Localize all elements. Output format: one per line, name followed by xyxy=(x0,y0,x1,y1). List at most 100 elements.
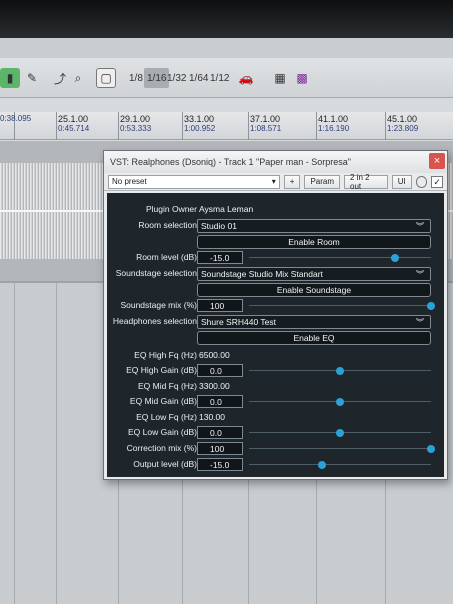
room-level-slider[interactable] xyxy=(249,257,431,258)
ruler-bar: 45.1.00 xyxy=(387,114,418,124)
output-level-slider[interactable] xyxy=(249,464,431,465)
room-selection-value: Studio 01 xyxy=(201,221,237,231)
bypass-icon[interactable] xyxy=(415,175,428,188)
enable-soundstage-button[interactable]: Enable Soundstage xyxy=(197,283,431,297)
grid-option-1-8[interactable]: 1/8 xyxy=(126,68,146,88)
enable-soundstage-row: Enable Soundstage xyxy=(107,283,444,297)
monitor-bezel xyxy=(0,0,453,38)
ruler-mark: 29.1.00 0:53.333 xyxy=(120,114,151,134)
chevron-down-icon: ▾ xyxy=(271,177,276,186)
car-icon[interactable]: 🚗 xyxy=(236,68,256,88)
soundstage-mix-label: Soundstage mix (%) xyxy=(120,300,197,310)
plugin-window[interactable]: VST: Realphones (Dsoniq) - Track 1 "Pape… xyxy=(103,150,448,480)
ruler-bar: 41.1.00 xyxy=(318,114,349,124)
ruler-mark: 45.1.00 1:23.809 xyxy=(387,114,418,134)
eq-low-gain-row: EQ Low Gain (dB) 0.0 xyxy=(107,426,444,440)
enable-room-button[interactable]: Enable Room xyxy=(197,235,431,249)
ruler-tick xyxy=(118,112,119,140)
eq-high-gain-input[interactable]: 0.0 xyxy=(197,364,243,377)
ruler-time: 0:53.333 xyxy=(120,124,152,133)
room-level-row: Room level (dB) -15.0 xyxy=(107,251,444,265)
io-button[interactable]: 2 in 2 out xyxy=(344,173,388,191)
eq-low-gain-input[interactable]: 0.0 xyxy=(197,426,243,439)
owner-value: Aysma Leman xyxy=(199,204,254,214)
eq-high-fq-value[interactable]: 6500.00 xyxy=(199,350,230,360)
correction-mix-label: Correction mix (%) xyxy=(126,443,197,453)
toolbar: ▮ ✎ ⤴ ⌕ ▢ 1/8 1/16 1/32 1/64 1/12 🚗 ▦ ▩ xyxy=(0,58,453,98)
correction-mix-slider[interactable] xyxy=(249,448,431,449)
plugin-ui: Plugin Owner Aysma Leman Room selection … xyxy=(107,193,444,477)
pencil-icon[interactable]: ✎ xyxy=(22,68,42,88)
chevron-down-icon: ︾ xyxy=(416,269,424,279)
preset-bar: No preset ▾ + Param 2 in 2 out UI ✓ xyxy=(104,173,447,191)
output-level-row: Output level (dB) -15.0 xyxy=(107,458,444,472)
eq-mid-gain-label: EQ Mid Gain (dB) xyxy=(129,396,197,406)
correction-mix-knob[interactable] xyxy=(427,445,435,453)
param-button[interactable]: Param xyxy=(304,174,341,189)
ruler-time: 1:16.190 xyxy=(318,124,350,133)
ui-button[interactable]: UI xyxy=(391,174,412,189)
ruler-time: 0:38.095 xyxy=(0,114,32,123)
correction-mix-input[interactable]: 100 xyxy=(197,442,243,455)
add-preset-button[interactable]: + xyxy=(283,174,301,189)
eq-high-gain-label: EQ High Gain (dB) xyxy=(126,365,197,375)
headphones-selection-value: Shure SRH440 Test xyxy=(201,317,276,327)
grid-line xyxy=(56,281,57,604)
timeline-ruler[interactable]: 0:38.095 25.1.00 0:45.714 29.1.00 0:53.333… xyxy=(0,112,453,140)
owner-row: Plugin Owner Aysma Leman xyxy=(107,203,444,217)
zoom-icon[interactable]: ⌕ xyxy=(68,68,88,88)
eq-mid-fq-value[interactable]: 3300.00 xyxy=(199,381,230,391)
eq-low-fq-label: EQ Low Fq (Hz) xyxy=(136,412,197,422)
snap-icon[interactable]: ▮ xyxy=(0,68,20,88)
room-selection-dropdown[interactable]: Studio 01 ︾ xyxy=(197,219,431,233)
ruler-tick xyxy=(385,112,386,140)
ruler-tick xyxy=(248,112,249,140)
headphones-selection-label: Headphones selection xyxy=(112,316,197,326)
owner-label: Plugin Owner xyxy=(145,204,197,214)
ruler-time: 1:08.571 xyxy=(250,124,282,133)
soundstage-selection-dropdown[interactable]: Soundstage Studio Mix Standart ︾ xyxy=(197,267,431,281)
eq-mid-fq-label: EQ Mid Fq (Hz) xyxy=(137,381,197,391)
correction-mix-row: Correction mix (%) 100 xyxy=(107,442,444,456)
output-level-label: Output level (dB) xyxy=(133,459,197,469)
eq-high-fq-label: EQ High Fq (Hz) xyxy=(134,350,197,360)
ruler-time: 1:00.952 xyxy=(184,124,216,133)
headphones-selection-dropdown[interactable]: Shure SRH440 Test ︾ xyxy=(197,315,431,329)
soundstage-mix-slider[interactable] xyxy=(249,305,431,306)
enable-eq-button[interactable]: Enable EQ xyxy=(197,331,431,345)
ruler-bar: 29.1.00 xyxy=(120,114,151,124)
output-level-knob[interactable] xyxy=(317,461,326,469)
palette-icon[interactable]: ▩ xyxy=(292,68,312,88)
room-level-label: Room level (dB) xyxy=(136,252,197,262)
output-level-input[interactable]: -15.0 xyxy=(197,458,243,471)
room-level-knob[interactable] xyxy=(390,254,399,262)
eq-low-gain-label: EQ Low Gain (dB) xyxy=(128,427,197,437)
eq-low-fq-value[interactable]: 130.00 xyxy=(199,412,225,422)
eq-mid-gain-knob[interactable] xyxy=(336,398,344,406)
ruler-bar: 25.1.00 xyxy=(58,114,89,124)
grid-option-1-12[interactable]: 1/12 xyxy=(207,68,232,88)
chevron-down-icon: ︾ xyxy=(416,221,424,231)
envelope-icon[interactable]: ⤴ xyxy=(50,68,70,88)
mixer-icon[interactable]: ▦ xyxy=(270,68,290,88)
eq-mid-fq-row: EQ Mid Fq (Hz) 3300.00 xyxy=(107,380,444,394)
chevron-down-icon: ︾ xyxy=(416,317,424,327)
ruler-bar: 33.1.00 xyxy=(184,114,215,124)
ruler-mark: 41.1.00 1:16.190 xyxy=(318,114,349,134)
eq-low-gain-knob[interactable] xyxy=(336,429,344,437)
room-level-input[interactable]: -15.0 xyxy=(197,251,243,264)
eq-low-fq-row: EQ Low Fq (Hz) 130.00 xyxy=(107,411,444,425)
eq-high-fq-row: EQ High Fq (Hz) 6500.00 xyxy=(107,349,444,363)
ruler-tick xyxy=(316,112,317,140)
close-button[interactable]: × xyxy=(429,153,445,169)
plugin-titlebar[interactable]: VST: Realphones (Dsoniq) - Track 1 "Pape… xyxy=(104,151,447,173)
preset-select[interactable]: No preset ▾ xyxy=(108,174,280,189)
enable-checkbox[interactable]: ✓ xyxy=(431,175,444,188)
eq-high-gain-knob[interactable] xyxy=(336,367,344,375)
menu-strip xyxy=(0,38,453,58)
loop-icon[interactable]: ▢ xyxy=(96,68,116,88)
soundstage-mix-input[interactable]: 100 xyxy=(197,299,243,312)
eq-mid-gain-input[interactable]: 0.0 xyxy=(197,395,243,408)
enable-room-row: Enable Room xyxy=(107,235,444,249)
soundstage-mix-knob[interactable] xyxy=(427,302,435,310)
